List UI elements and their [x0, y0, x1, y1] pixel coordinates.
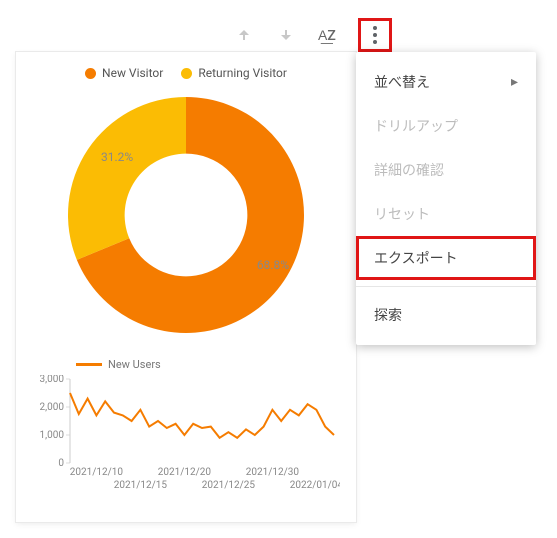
- menu-explore[interactable]: 探索: [356, 293, 536, 337]
- svg-text:1,000: 1,000: [40, 430, 65, 441]
- donut-label-new: 68.8%: [257, 258, 289, 272]
- arrow-down-icon[interactable]: [276, 25, 296, 45]
- svg-text:2022/01/04: 2022/01/04: [290, 480, 340, 491]
- donut-chart[interactable]: 31.2% 68.8%: [61, 90, 311, 340]
- line-legend-label: New Users: [108, 358, 161, 371]
- arrow-up-icon[interactable]: [234, 25, 254, 45]
- more-vert-icon[interactable]: [365, 25, 385, 45]
- chevron-right-icon: ▸: [511, 74, 518, 90]
- menu-explore-label: 探索: [374, 305, 402, 325]
- chart-card: New Visitor Returning Visitor 31.2% 68.8…: [16, 52, 356, 522]
- line-chart[interactable]: 0 1,000 2,000 3,000 2021/12/10 2021/12/20 2021…: [30, 375, 340, 495]
- menu-sort[interactable]: 並べ替え ▸: [356, 60, 536, 104]
- legend-returning-visitor: Returning Visitor: [181, 66, 287, 80]
- svg-text:2021/12/15: 2021/12/15: [114, 480, 168, 491]
- svg-text:2,000: 2,000: [40, 402, 65, 413]
- chart-toolbar: A͟Z: [234, 18, 392, 52]
- swatch-returning-visitor: [181, 68, 192, 79]
- donut-label-returning: 31.2%: [101, 150, 133, 164]
- legend-new-visitor: New Visitor: [85, 66, 163, 80]
- svg-text:2021/12/10: 2021/12/10: [70, 467, 124, 478]
- menu-details: 詳細の確認: [356, 148, 536, 192]
- menu-drill-up: ドリルアップ: [356, 104, 536, 148]
- svg-text:2021/12/20: 2021/12/20: [158, 467, 212, 478]
- sort-az-button[interactable]: A͟Z: [318, 27, 336, 44]
- svg-text:2021/12/30: 2021/12/30: [246, 467, 300, 478]
- menu-separator: [356, 286, 536, 287]
- menu-reset-label: リセット: [374, 204, 430, 224]
- line-legend: New Users: [76, 358, 342, 371]
- swatch-new-visitor: [85, 68, 96, 79]
- menu-export-label: エクスポート: [374, 248, 458, 268]
- menu-details-label: 詳細の確認: [374, 160, 444, 180]
- legend-returning-visitor-label: Returning Visitor: [198, 66, 287, 80]
- legend-new-visitor-label: New Visitor: [102, 66, 163, 80]
- menu-drill-up-label: ドリルアップ: [374, 116, 458, 136]
- menu-sort-label: 並べ替え: [374, 72, 430, 92]
- options-menu: 並べ替え ▸ ドリルアップ 詳細の確認 リセット エクスポート 探索: [356, 52, 536, 345]
- line-legend-stroke: [76, 363, 102, 366]
- donut-legend: New Visitor Returning Visitor: [30, 66, 342, 80]
- more-options-highlight: [358, 18, 392, 52]
- svg-text:3,000: 3,000: [40, 375, 65, 385]
- menu-reset: リセット: [356, 192, 536, 236]
- svg-text:0: 0: [58, 458, 64, 469]
- menu-export[interactable]: エクスポート: [356, 236, 536, 280]
- svg-text:2021/12/25: 2021/12/25: [202, 480, 256, 491]
